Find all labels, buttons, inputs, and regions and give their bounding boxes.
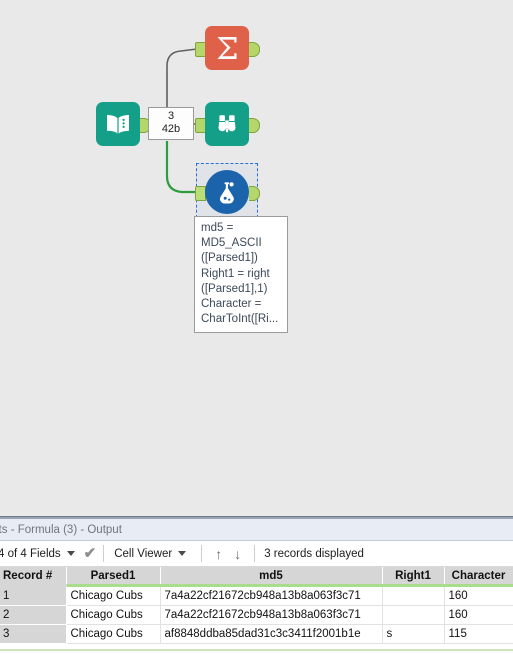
cell-md5[interactable]: 7a4a22cf21672cb948a13b8a063f3c71 [160,585,383,606]
records-displayed-label: 3 records displayed [264,547,364,560]
record-count-label: 3 42b [148,107,194,140]
toolbar-divider [201,545,203,562]
record-size-value: 42b [161,123,181,135]
cell-record: 2 [0,605,67,625]
chevron-down-icon [66,551,75,556]
node-browse[interactable] [195,102,260,146]
cell-right1[interactable]: s [382,624,445,644]
column-header-record[interactable]: Record # [0,567,67,587]
results-toolbar: 4 of 4 Fields ✔ Cell Viewer ↑ ↓ 3 record… [0,541,513,567]
results-panel: lts - Formula (3) - Output 4 of 4 Fields… [0,516,513,654]
record-count-value: 3 [167,110,175,122]
cell-character[interactable]: 160 [444,585,513,606]
formula-annotation: md5 = MD5_ASCII ([Parsed1]) Right1 = rig… [194,216,288,333]
cell-parsed1[interactable]: Chicago Cubs [66,605,161,625]
alteryx-workflow-window: 3 42b md5 = MD5_ASCII ([Parsed1]) Right1… [0,0,513,654]
cell-right1[interactable] [382,585,445,606]
fields-selector[interactable]: 4 of 4 Fields [0,541,83,566]
table-row[interactable]: 2 Chicago Cubs 7a4a22cf21672cb948a13b8a0… [0,605,513,625]
column-header-right1[interactable]: Right1 [382,567,445,587]
view-mode-label: Cell Viewer [114,547,173,560]
book-icon [107,115,129,134]
cell-md5[interactable]: af8848ddba85dad31c3c3411f2001b1e [160,624,383,644]
binoculars-icon [218,115,236,133]
toolbar-divider [254,545,256,562]
scroll-up-button[interactable]: ↑ [209,547,228,561]
workflow-canvas[interactable]: 3 42b md5 = MD5_ASCII ([Parsed1]) Right1… [0,0,513,516]
table-row[interactable]: 1 Chicago Cubs 7a4a22cf21672cb948a13b8a0… [0,585,513,606]
formula-tile[interactable] [205,170,249,214]
checkmark-icon[interactable]: ✔ [84,546,97,561]
table-row[interactable]: 3 Chicago Cubs af8848ddba85dad31c3c3411f… [0,624,513,644]
node-summarize[interactable] [195,26,260,70]
results-panel-title: lts - Formula (3) - Output [0,523,122,536]
cell-right1[interactable] [382,605,445,625]
cell-record: 3 [0,624,67,644]
cell-parsed1[interactable]: Chicago Cubs [66,585,161,606]
table-header-row: Record # Parsed1 md5 Right1 Character [0,567,513,587]
cell-character[interactable]: 160 [444,605,513,625]
table-footer-strip [0,644,513,651]
cell-md5[interactable]: 7a4a22cf21672cb948a13b8a063f3c71 [160,605,383,625]
chevron-down-icon [178,551,187,556]
input-data-tile[interactable] [96,102,140,146]
toolbar-divider [103,545,105,562]
column-header-md5[interactable]: md5 [160,567,383,587]
scroll-down-button[interactable]: ↓ [228,547,247,561]
column-header-character[interactable]: Character [444,567,513,587]
cell-parsed1[interactable]: Chicago Cubs [66,624,161,644]
column-header-parsed1[interactable]: Parsed1 [66,567,161,587]
browse-tile[interactable] [205,102,249,146]
cell-record: 1 [0,585,67,606]
view-mode-selector[interactable]: Cell Viewer [111,541,194,566]
node-formula[interactable] [195,170,260,214]
cell-character[interactable]: 115 [444,624,513,644]
fields-selector-label: 4 of 4 Fields [0,547,61,560]
flask-icon [220,182,234,204]
results-panel-title-bar: lts - Formula (3) - Output [0,519,513,541]
node-input-data[interactable] [96,102,151,146]
sigma-icon [217,37,237,59]
summarize-tile[interactable] [205,26,249,70]
results-table[interactable]: Record # Parsed1 md5 Right1 Character 1 … [0,567,513,644]
